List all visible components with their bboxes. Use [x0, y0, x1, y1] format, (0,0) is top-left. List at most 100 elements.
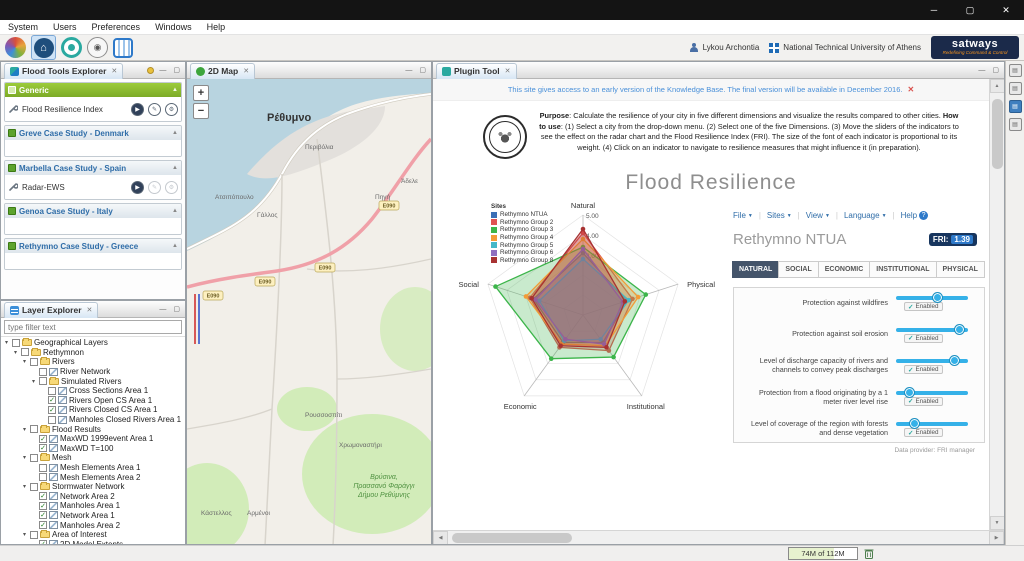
menu-preferences[interactable]: Preferences	[92, 22, 141, 32]
expander-icon[interactable]: ▾	[21, 483, 28, 490]
layer-tree-row-network-area-2[interactable]: ✓ Network Area 2	[3, 492, 185, 502]
layer-tree-row-manholes-area-2[interactable]: ✓Manholes Area 2	[3, 520, 185, 530]
maximize-panel-icon[interactable]: ▢	[171, 66, 182, 74]
layer-label[interactable]: Mesh Elements Area 1	[60, 463, 140, 472]
layer-checkbox[interactable]: ✓	[39, 511, 47, 519]
layer-label[interactable]: Cross Sections Area 1	[69, 386, 148, 395]
expander-icon[interactable]: ▾	[30, 378, 37, 385]
layer-tree-row-manholes-closed-rivers-area-1[interactable]: Manholes Closed Rivers Area 1	[3, 415, 185, 425]
tool-group-header[interactable]: Genoa Case Study - Italy▲	[5, 204, 181, 218]
layer-checkbox[interactable]: ✓	[39, 492, 47, 500]
close-icon[interactable]: ✕	[505, 67, 511, 75]
scroll-down-arrow[interactable]: ▼	[990, 516, 1005, 530]
play-tool-button[interactable]: ▶	[131, 103, 144, 116]
layer-label[interactable]: MaxWD 1999event Area 1	[60, 434, 153, 443]
slider-thumb[interactable]	[909, 418, 920, 429]
slider-thumb[interactable]	[954, 324, 965, 335]
layer-label[interactable]: Flood Results	[52, 425, 101, 434]
layer-tree-row-river-network[interactable]: River Network	[3, 367, 185, 377]
close-icon[interactable]: ✕	[111, 67, 117, 75]
indicator-slider[interactable]	[896, 296, 968, 300]
tool-item-flood-resilience-index[interactable]: Flood Resilience Index▶✎⚙	[8, 99, 178, 119]
layer-tree-row-2d-model-extents[interactable]: ✓2D Model Extents	[3, 539, 185, 544]
tab-natural[interactable]: NATURAL	[732, 261, 779, 278]
close-icon[interactable]: ✕	[87, 306, 93, 314]
tab-social[interactable]: SOCIAL	[778, 261, 818, 278]
vertical-scrollbar[interactable]: ▲ ▼	[989, 79, 1004, 530]
layer-tree-row-rivers-closed-cs-area-1[interactable]: ✓Rivers Closed CS Area 1	[3, 405, 185, 415]
expander-icon[interactable]: ▾	[21, 426, 28, 433]
layer-tree-row-mesh-elements-area-2[interactable]: Mesh Elements Area 2	[3, 472, 185, 482]
plugin-menu-view[interactable]: View▼	[806, 211, 830, 220]
layer-checkbox[interactable]	[30, 358, 38, 366]
minimize-panel-icon[interactable]: —	[976, 67, 987, 74]
close-window-button[interactable]: ✕	[988, 0, 1024, 20]
indicator-slider[interactable]	[896, 328, 968, 332]
organization-chip[interactable]: National Technical University of Athens	[769, 43, 921, 53]
layer-label[interactable]: Network Area 2	[60, 492, 115, 501]
layer-label[interactable]: Manholes Area 2	[60, 521, 120, 530]
layer-label[interactable]: River Network	[60, 367, 110, 376]
tool-group-header[interactable]: Greve Case Study - Denmark▲	[5, 126, 181, 140]
tool-item-radar-ews[interactable]: Radar-EWS▶✎⚙	[8, 177, 178, 197]
minimize-panel-icon[interactable]: —	[157, 67, 168, 74]
indicator-slider[interactable]	[896, 359, 968, 363]
layer-label[interactable]: Stormwater Network	[52, 482, 124, 491]
menu-help[interactable]: Help	[207, 22, 226, 32]
maximize-window-button[interactable]: ▢	[952, 0, 988, 20]
plugin-menu-sites[interactable]: Sites▼	[767, 211, 792, 220]
layer-checkbox[interactable]	[39, 377, 47, 385]
layer-checkbox[interactable]	[30, 454, 38, 462]
zoom-out-button[interactable]: −	[193, 103, 209, 119]
restore-panel-button-1[interactable]: ▤	[1009, 64, 1022, 77]
slider-thumb[interactable]	[904, 387, 915, 398]
axis-label-economic[interactable]: Economic	[504, 402, 537, 411]
map-canvas[interactable]: E090E090E090E090 ΡέθυμνοΑτσιπόπουλοΓάλλο…	[187, 79, 431, 544]
enabled-toggle[interactable]: ✓Enabled	[904, 365, 943, 374]
layer-label[interactable]: Geographical Layers	[34, 338, 108, 347]
globe-icon[interactable]	[5, 37, 26, 58]
legend-entry-rethymno-group-8[interactable]: Rethymno Group 8	[491, 257, 553, 265]
maximize-panel-icon[interactable]: ▢	[171, 305, 182, 313]
restore-panel-button-4[interactable]: ▤	[1009, 118, 1022, 131]
collapse-chevron-icon[interactable]: ▲	[172, 165, 178, 171]
play-tool-button[interactable]: ▶	[131, 181, 144, 194]
layer-label[interactable]: Manholes Closed Rivers Area 1	[69, 415, 181, 424]
axis-label-social[interactable]: Social	[458, 280, 479, 289]
layer-checkbox[interactable]: ✓	[39, 435, 47, 443]
user-chip[interactable]: Lykou Archontia	[689, 43, 760, 53]
menu-windows[interactable]: Windows	[155, 22, 192, 32]
minimize-panel-icon[interactable]: —	[403, 67, 414, 74]
collapse-chevron-icon[interactable]: ▲	[172, 130, 178, 136]
plugin-menu-file[interactable]: File▼	[733, 211, 753, 220]
layer-label[interactable]: Rivers	[52, 357, 75, 366]
flood-tools-tab[interactable]: Flood Tools Explorer ✕	[4, 63, 123, 79]
legend-entry-rethymno-group-3[interactable]: Rethymno Group 3	[491, 226, 553, 234]
layer-tree-row-rivers-open-cs-area-1[interactable]: ✓Rivers Open CS Area 1	[3, 396, 185, 406]
layer-explorer-tab[interactable]: Layer Explorer ✕	[4, 302, 98, 318]
minimize-window-button[interactable]: ─	[916, 0, 952, 20]
layer-tree-row-geographical-layers[interactable]: ▾Geographical Layers	[3, 338, 185, 348]
maximize-panel-icon[interactable]: ▢	[990, 66, 1001, 74]
columns-icon[interactable]	[113, 38, 133, 58]
collapse-chevron-icon[interactable]: ▲	[172, 87, 178, 93]
layer-checkbox[interactable]: ✓	[39, 502, 47, 510]
pin-icon[interactable]	[147, 67, 154, 74]
layer-tree-row-simulated-rivers[interactable]: ▾ Simulated Rivers	[3, 376, 185, 386]
tool-group-header[interactable]: Rethymno Case Study - Greece▲	[5, 239, 181, 253]
layer-label[interactable]: Rivers Closed CS Area 1	[69, 405, 157, 414]
layer-tree-row-rivers[interactable]: ▾Rivers	[3, 357, 185, 367]
layer-checkbox[interactable]	[48, 387, 56, 395]
layer-label[interactable]: Rethymnon	[43, 348, 84, 357]
expander-icon[interactable]: ▾	[21, 531, 28, 538]
layer-filter-input[interactable]	[4, 320, 182, 334]
layer-label[interactable]: Simulated Rivers	[61, 377, 121, 386]
horizontal-scrollbar[interactable]: ◀ ▶	[433, 530, 1004, 544]
layer-label[interactable]: Area of Interest	[52, 530, 107, 539]
layer-tree-row-maxwd-t-100[interactable]: ✓MaxWD T=100	[3, 444, 185, 454]
layer-checkbox[interactable]: ✓	[39, 444, 47, 452]
layer-label[interactable]: Mesh	[52, 453, 72, 462]
layer-checkbox[interactable]	[39, 473, 47, 481]
home-tool-selected[interactable]: ⌂	[31, 35, 56, 60]
layer-tree-row-maxwd-1999event-area-1[interactable]: ✓ MaxWD 1999event Area 1	[3, 434, 185, 444]
